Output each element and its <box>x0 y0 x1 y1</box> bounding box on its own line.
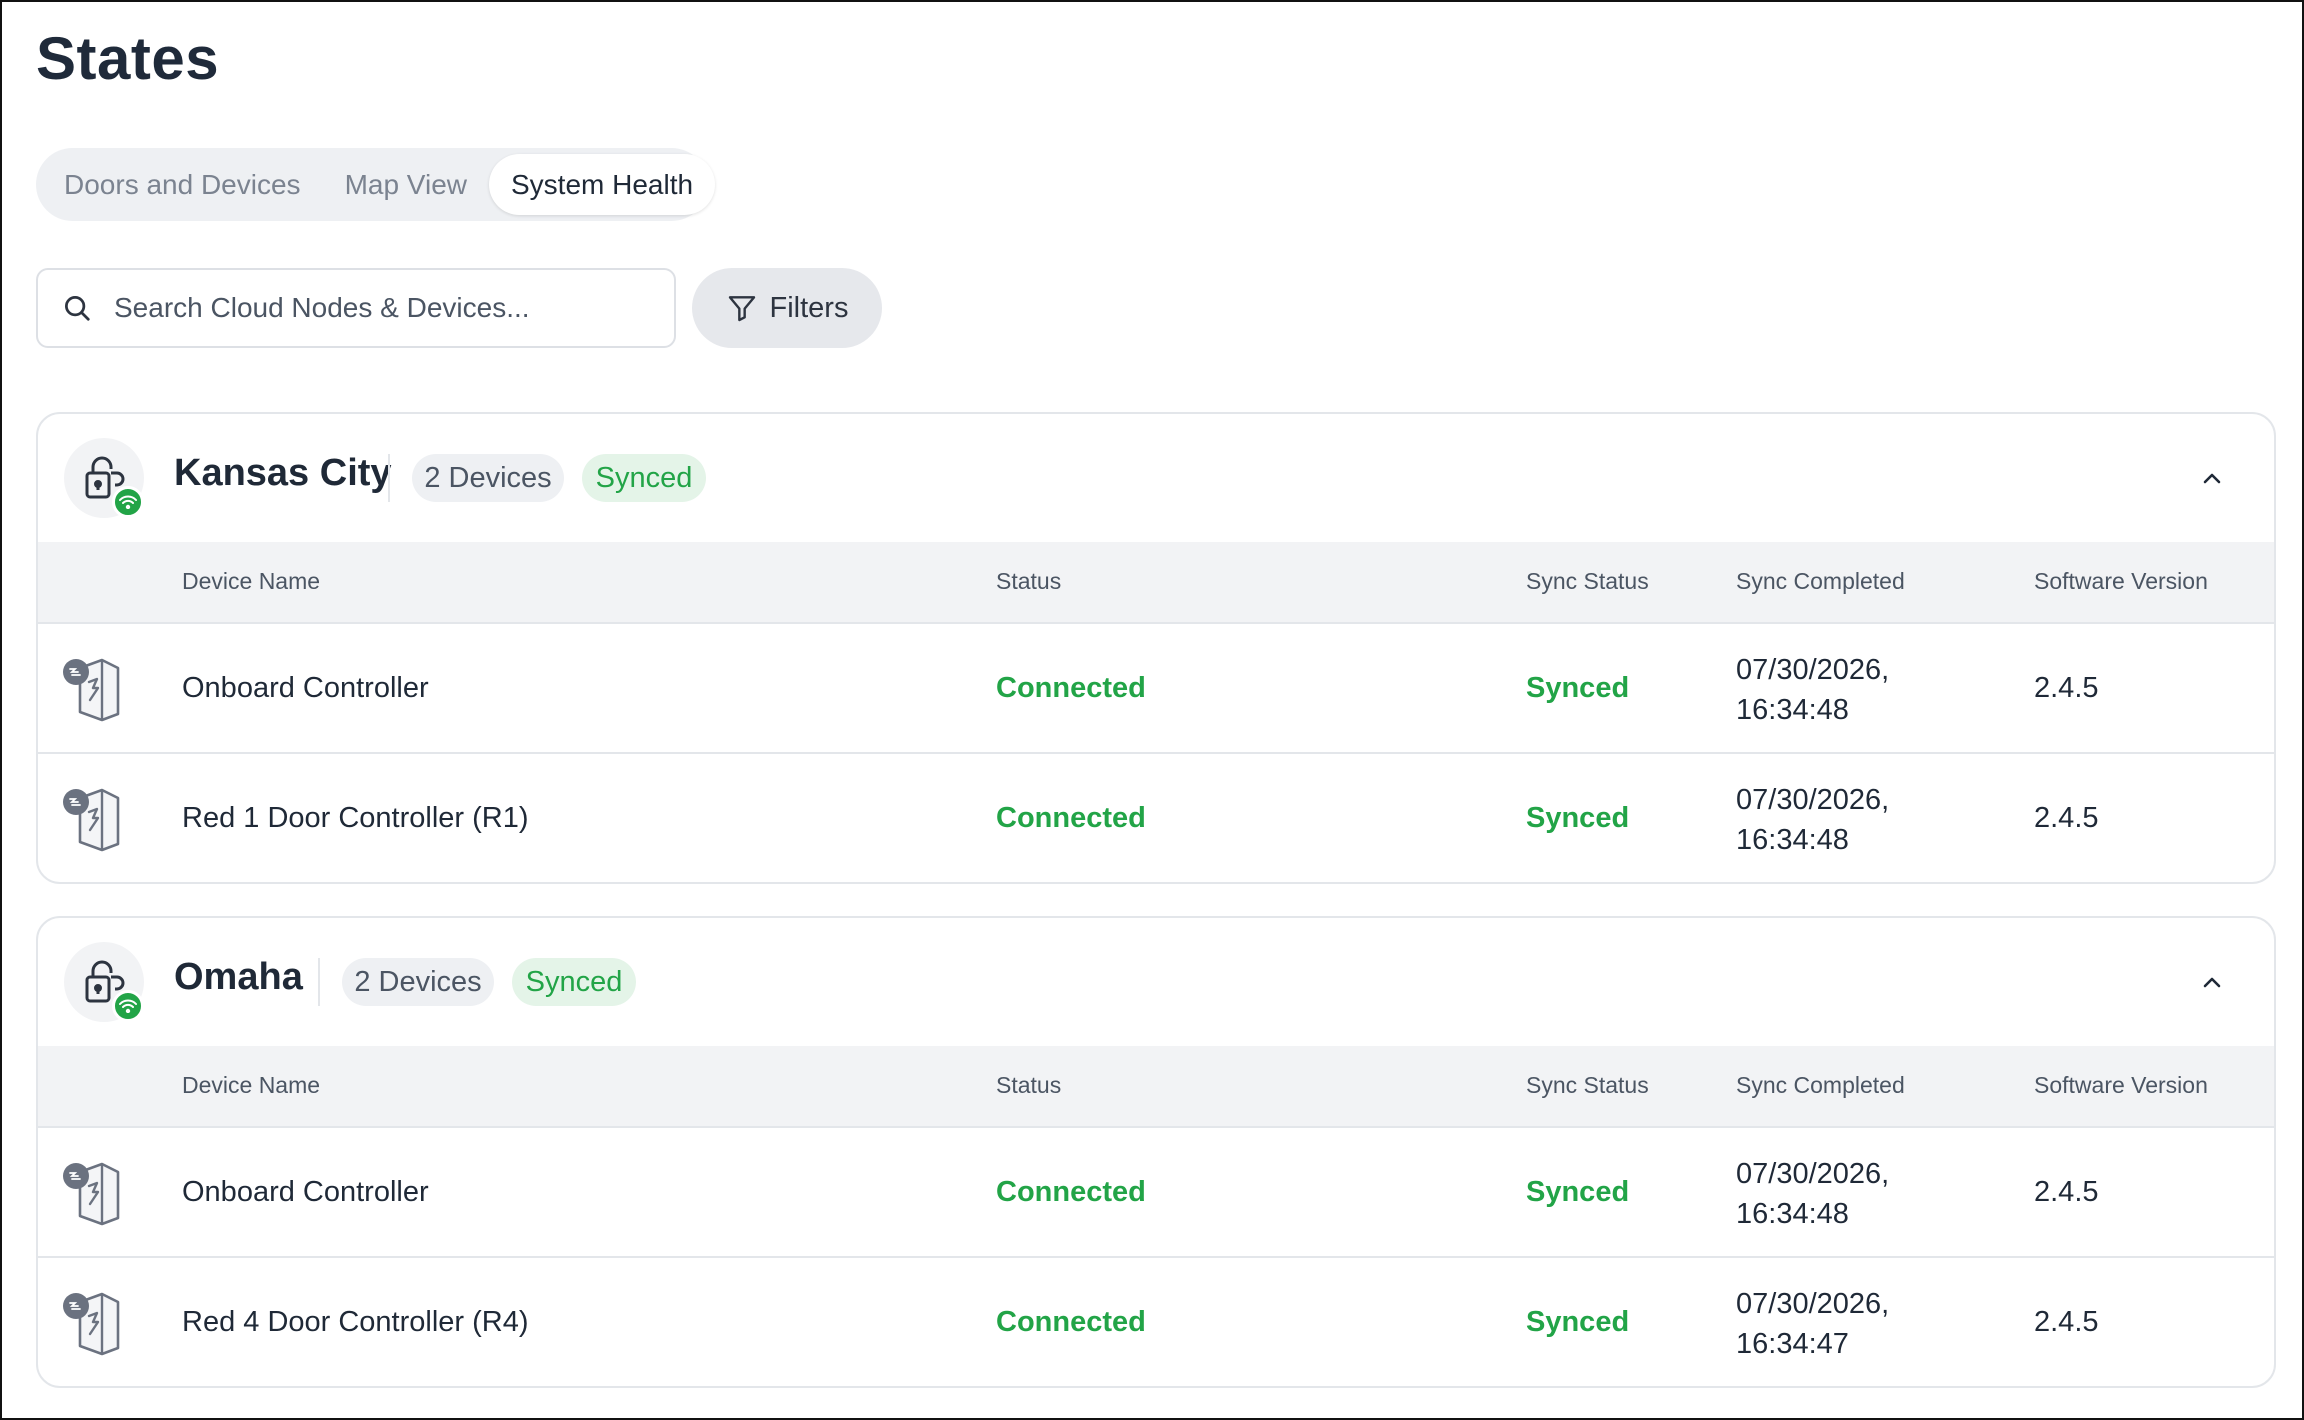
device-software-version: 2.4.5 <box>2034 802 2099 834</box>
device-sync-completed: 07/30/2026, 16:34:48 <box>1736 650 1889 730</box>
device-status: Connected <box>996 1306 1146 1338</box>
column-sync-status[interactable]: Sync Status <box>1526 1072 1649 1099</box>
door-controller-icon <box>63 788 120 852</box>
device-sync-completed: 07/30/2026, 16:34:48 <box>1736 780 1889 860</box>
page-title: States <box>36 25 220 92</box>
table-header: Device Name Status Sync Status Sync Comp… <box>38 542 2274 624</box>
tab-system-health[interactable]: System Health <box>489 154 716 215</box>
cloud-node-card-omaha: Omaha 2 Devices Synced Device Name Statu… <box>36 916 2276 1388</box>
sync-date: 07/30/2026, <box>1736 1288 1890 1320</box>
sync-status-badge: Synced <box>582 454 706 502</box>
device-name: Red 4 Door Controller (R4) <box>182 1306 529 1338</box>
device-status: Connected <box>996 802 1146 834</box>
device-count-badge: 2 Devices <box>412 454 564 502</box>
sync-date: 07/30/2026, <box>1736 784 1890 816</box>
device-software-version: 2.4.5 <box>2034 1176 2099 1208</box>
table-row[interactable]: Onboard Controller Connected Synced 07/3… <box>38 1128 2274 1258</box>
view-tabs: Doors and Devices Map View System Health <box>36 148 716 221</box>
cloud-node-header[interactable]: Kansas City 2 Devices Synced <box>38 414 2274 542</box>
wifi-icon <box>112 486 144 518</box>
device-sync-completed: 07/30/2026, 16:34:48 <box>1736 1154 1889 1234</box>
search-input[interactable] <box>114 292 654 324</box>
wifi-icon <box>112 990 144 1022</box>
sync-status-badge: Synced <box>512 958 636 1006</box>
table-row[interactable]: Onboard Controller Connected Synced 07/3… <box>38 624 2274 754</box>
device-status: Connected <box>996 1176 1146 1208</box>
tab-map-view[interactable]: Map View <box>323 154 489 215</box>
cloud-node-header[interactable]: Omaha 2 Devices Synced <box>38 918 2274 1046</box>
collapse-button[interactable] <box>2196 462 2228 494</box>
window-frame: States Doors and Devices Map View System… <box>0 0 2304 1420</box>
chevron-up-icon <box>2203 977 2221 988</box>
header-divider <box>318 958 320 1006</box>
search-box <box>36 268 676 348</box>
column-sync-status[interactable]: Sync Status <box>1526 568 1649 595</box>
filter-icon <box>728 296 755 322</box>
chevron-up-icon <box>2203 473 2221 484</box>
device-name: Red 1 Door Controller (R1) <box>182 802 529 834</box>
device-sync-status: Synced <box>1526 802 1630 834</box>
door-controller-icon <box>63 1162 120 1226</box>
table-row[interactable]: Red 1 Door Controller (R1) Connected Syn… <box>38 754 2274 882</box>
column-device-name[interactable]: Device Name <box>182 1072 320 1099</box>
column-software-version[interactable]: Software Version <box>2034 568 2208 595</box>
cloud-node-name: Omaha <box>174 956 303 998</box>
column-sync-completed[interactable]: Sync Completed <box>1736 1072 1905 1099</box>
filters-button[interactable]: Filters <box>692 268 882 348</box>
sync-time: 16:34:48 <box>1736 694 1849 726</box>
door-controller-icon <box>63 1292 120 1356</box>
device-sync-status: Synced <box>1526 672 1630 704</box>
device-sync-status: Synced <box>1526 1306 1630 1338</box>
sync-date: 07/30/2026, <box>1736 1158 1890 1190</box>
column-sync-completed[interactable]: Sync Completed <box>1736 568 1905 595</box>
device-software-version: 2.4.5 <box>2034 672 2099 704</box>
device-software-version: 2.4.5 <box>2034 1306 2099 1338</box>
cloud-node-name: Kansas City <box>174 452 392 494</box>
column-status[interactable]: Status <box>996 568 1061 595</box>
device-sync-status: Synced <box>1526 1176 1630 1208</box>
door-controller-icon <box>63 658 120 722</box>
filters-label: Filters <box>769 291 849 324</box>
sync-date: 07/30/2026, <box>1736 654 1890 686</box>
device-name: Onboard Controller <box>182 1176 429 1208</box>
sync-time: 16:34:48 <box>1736 824 1849 856</box>
column-device-name[interactable]: Device Name <box>182 568 320 595</box>
header-divider <box>388 454 390 502</box>
table-header: Device Name Status Sync Status Sync Comp… <box>38 1046 2274 1128</box>
cloud-node-card-kansas-city: Kansas City 2 Devices Synced Device Name… <box>36 412 2276 884</box>
tab-doors-and-devices[interactable]: Doors and Devices <box>42 154 323 215</box>
sync-time: 16:34:47 <box>1736 1328 1849 1360</box>
device-name: Onboard Controller <box>182 672 429 704</box>
search-icon <box>65 296 90 321</box>
column-software-version[interactable]: Software Version <box>2034 1072 2208 1099</box>
column-status[interactable]: Status <box>996 1072 1061 1099</box>
device-status: Connected <box>996 672 1146 704</box>
sync-time: 16:34:48 <box>1736 1198 1849 1230</box>
collapse-button[interactable] <box>2196 966 2228 998</box>
device-count-badge: 2 Devices <box>342 958 494 1006</box>
device-sync-completed: 07/30/2026, 16:34:47 <box>1736 1284 1889 1364</box>
table-row[interactable]: Red 4 Door Controller (R4) Connected Syn… <box>38 1258 2274 1386</box>
